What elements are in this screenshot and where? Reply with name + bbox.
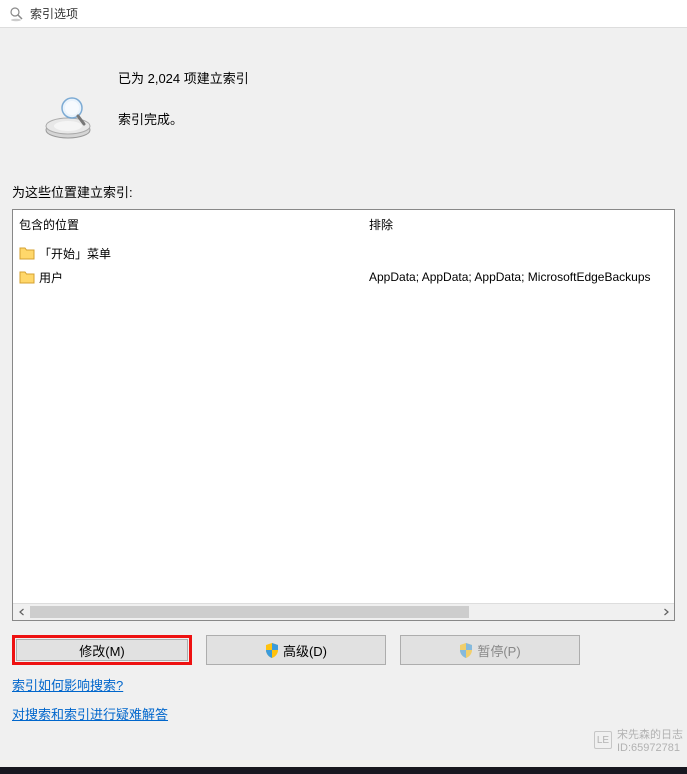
scroll-right-arrow-icon[interactable] bbox=[657, 604, 674, 621]
folder-icon bbox=[19, 245, 35, 261]
indexing-status-text: 索引完成。 bbox=[118, 109, 249, 128]
exclude-value bbox=[369, 241, 675, 265]
list-item[interactable]: 「开始」菜单 bbox=[19, 241, 357, 265]
watermark-name: 宋先森的日志 bbox=[617, 726, 683, 742]
highlight-annotation: 修改(M) bbox=[12, 635, 192, 665]
location-name: 「开始」菜单 bbox=[39, 245, 111, 262]
watermark-logo-icon: LE bbox=[594, 731, 612, 749]
troubleshoot-link[interactable]: 对搜索和索引进行疑难解答 bbox=[12, 704, 168, 723]
watermark: LE 宋先森的日志 ID:65972781 bbox=[594, 726, 683, 754]
button-row: 修改(M) 高级(D) bbox=[12, 621, 675, 675]
horizontal-scrollbar[interactable] bbox=[13, 603, 674, 620]
watermark-id: ID:65972781 bbox=[617, 742, 683, 754]
location-name: 用户 bbox=[39, 269, 63, 286]
disk-magnifier-icon bbox=[42, 90, 94, 142]
column-header-exclude[interactable]: 排除 bbox=[369, 216, 675, 241]
folder-icon bbox=[19, 269, 35, 285]
locations-label: 为这些位置建立索引: bbox=[12, 182, 675, 209]
list-item[interactable]: 用户 bbox=[19, 265, 357, 289]
titlebar[interactable]: 索引选项 bbox=[0, 0, 687, 28]
scroll-left-arrow-icon[interactable] bbox=[13, 604, 30, 621]
footer-bar bbox=[0, 767, 687, 774]
scroll-track[interactable] bbox=[30, 604, 657, 620]
status-section: 已为 2,024 项建立索引 索引完成。 bbox=[12, 28, 675, 182]
advanced-button[interactable]: 高级(D) bbox=[206, 635, 386, 665]
indexed-count-text: 已为 2,024 项建立索引 bbox=[118, 68, 249, 87]
window-title: 索引选项 bbox=[30, 5, 78, 22]
scroll-thumb[interactable] bbox=[30, 606, 469, 618]
locations-listview[interactable]: 包含的位置 「开始」菜单 用户 排除 bbox=[12, 209, 675, 621]
shield-icon bbox=[459, 643, 473, 658]
how-indexing-affects-search-link[interactable]: 索引如何影响搜索? bbox=[12, 675, 123, 694]
exclude-value: AppData; AppData; AppData; MicrosoftEdge… bbox=[369, 265, 675, 289]
pause-button: 暂停(P) bbox=[400, 635, 580, 665]
indexing-options-window: 索引选项 已为 2,024 项建立索引 索引完成。 为这些位置建立索引: bbox=[0, 0, 687, 774]
modify-button[interactable]: 修改(M) bbox=[16, 639, 188, 661]
magnifier-icon bbox=[8, 6, 24, 22]
shield-icon bbox=[265, 643, 279, 658]
column-header-included[interactable]: 包含的位置 bbox=[19, 216, 357, 241]
